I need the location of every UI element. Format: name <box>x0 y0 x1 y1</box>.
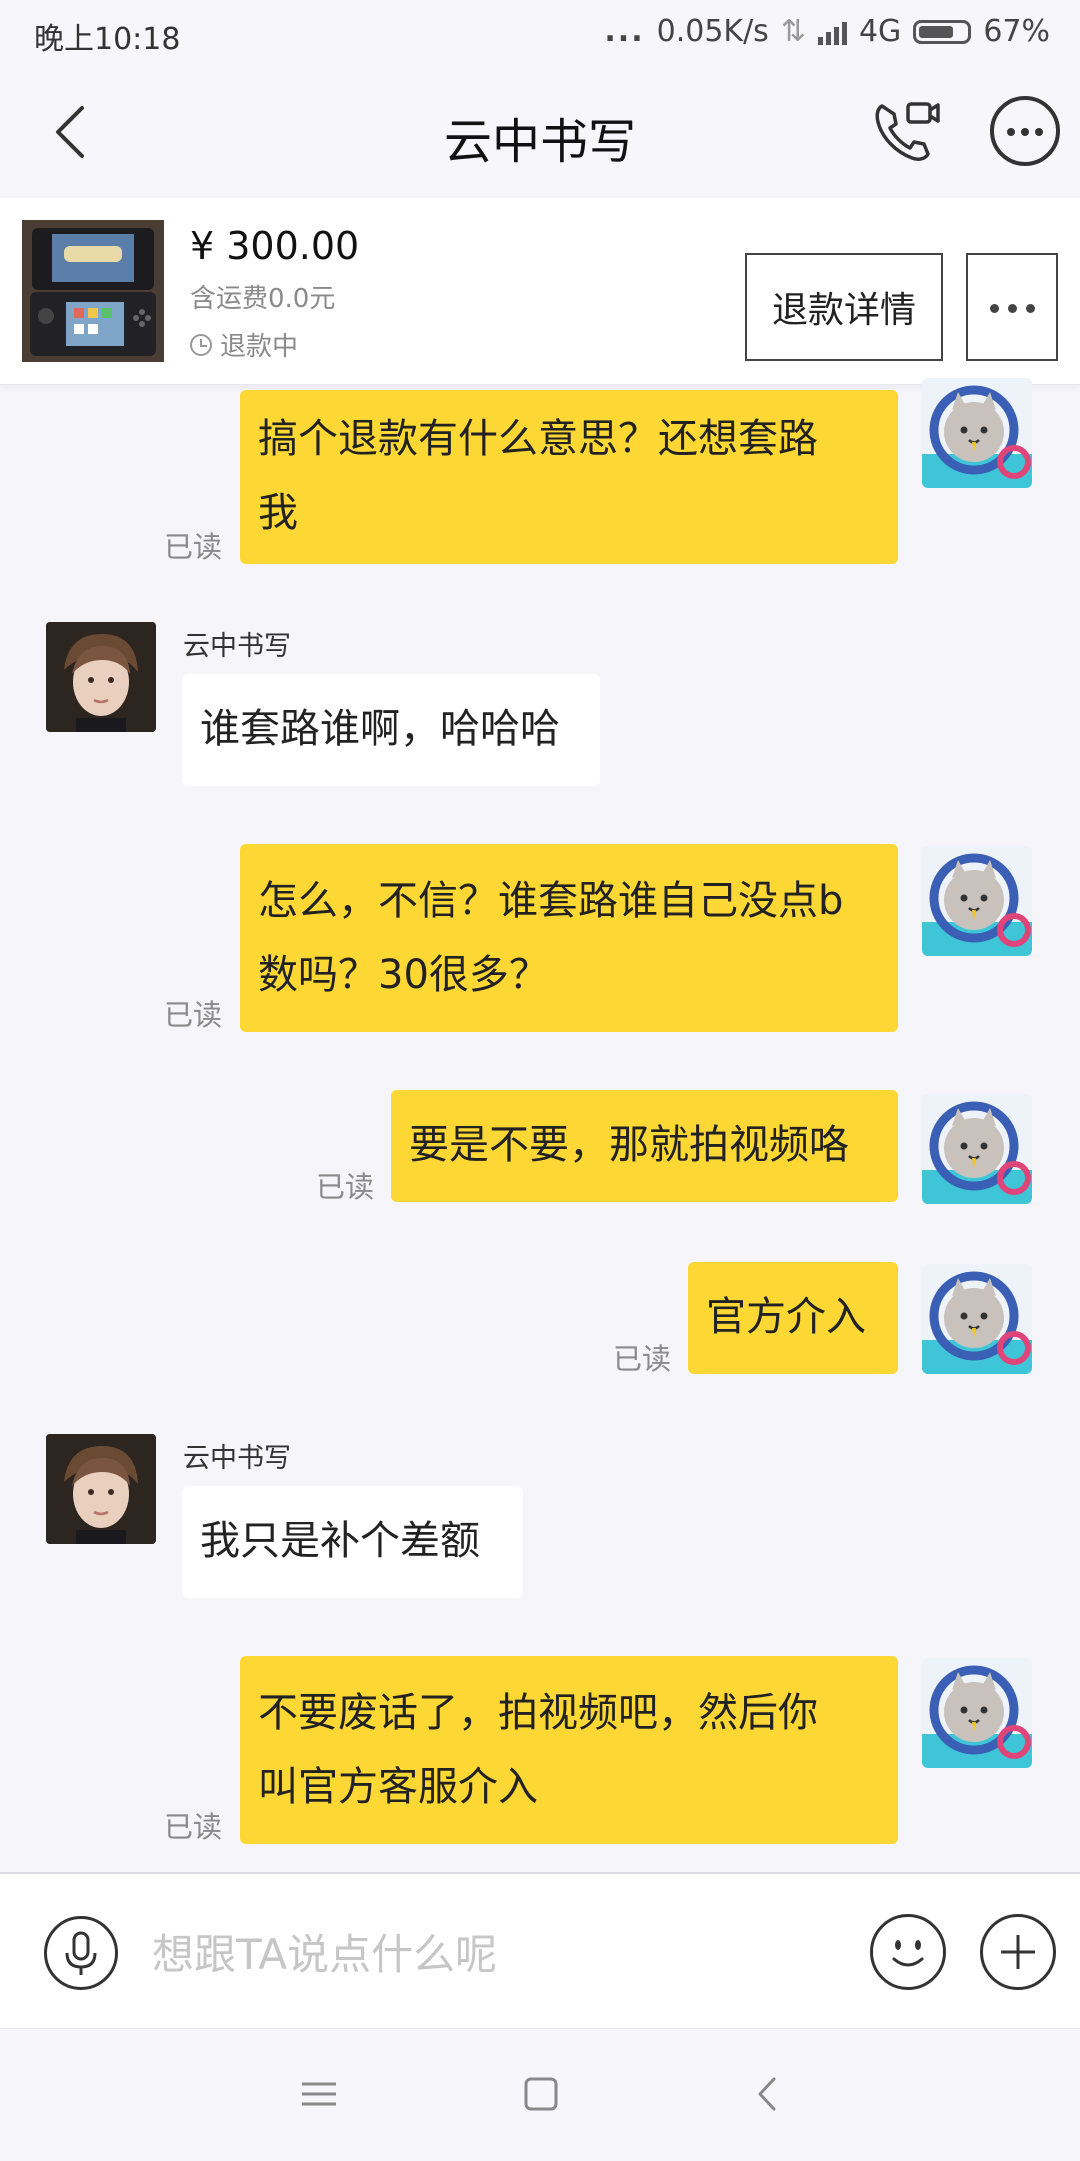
network-speed: 0.05K/s <box>656 14 769 49</box>
cat-astronaut-avatar-icon <box>922 1658 1032 1768</box>
smiley-icon <box>892 1940 924 1967</box>
message-input-bar <box>0 1872 1080 2030</box>
cat-astronaut-avatar-icon <box>922 1264 1032 1374</box>
cat-astronaut-avatar-icon <box>922 846 1032 956</box>
my-avatar[interactable] <box>922 1264 1032 1374</box>
network-type: 4G <box>858 14 902 49</box>
my-message-bubble[interactable]: 搞个退款有什么意思？还想套路 我 <box>240 390 898 564</box>
contact-photo-icon <box>46 622 156 732</box>
emoji-button[interactable] <box>870 1914 946 1990</box>
battery-level: 67% <box>983 14 1050 49</box>
contact-photo-icon <box>46 1434 156 1544</box>
voice-input-button[interactable] <box>44 1916 118 1990</box>
read-receipt: 已读 <box>164 530 223 564</box>
home-nav-button[interactable] <box>516 2069 566 2119</box>
refund-status-text: 退款中 <box>220 332 299 362</box>
system-navigation-bar <box>0 2028 1080 2161</box>
status-time: 晚上10:18 <box>34 22 181 57</box>
read-receipt: 已读 <box>164 1810 223 1844</box>
home-square-icon <box>524 2077 558 2111</box>
clock-icon <box>190 333 212 356</box>
read-receipt: 已读 <box>164 998 223 1032</box>
my-message-bubble[interactable]: 怎么，不信？谁套路谁自己没点b 数吗？30很多？ <box>240 844 898 1032</box>
call-button[interactable] <box>868 94 944 170</box>
read-receipt: 已读 <box>613 1342 672 1376</box>
sender-name: 云中书写 <box>183 631 291 662</box>
my-avatar[interactable] <box>922 1658 1032 1768</box>
my-avatar[interactable] <box>922 846 1032 956</box>
plus-icon <box>1001 1935 1035 1969</box>
chat-header: 云中书写 <box>0 66 1080 198</box>
phone-video-icon <box>875 102 940 161</box>
menu-nav-button[interactable] <box>294 2069 344 2119</box>
game-console-image <box>22 220 164 362</box>
read-receipt: 已读 <box>316 1170 375 1204</box>
product-price: ¥ 300.00 <box>190 224 360 268</box>
more-options-button[interactable] <box>990 96 1060 166</box>
status-bar: 晚上10:18 ... 0.05K/s ⇅ 4G 67% <box>0 0 1080 66</box>
my-message-bubble[interactable]: 官方介入 <box>688 1262 898 1374</box>
order-product-card[interactable]: ¥ 300.00 含运费0.0元 退款中 退款详情 <box>0 198 1080 385</box>
contact-avatar[interactable] <box>46 622 156 732</box>
status-indicators: ... 0.05K/s ⇅ 4G 67% <box>604 14 1050 49</box>
signal-icon <box>817 19 847 45</box>
my-message-bubble[interactable]: 要是不要，那就拍视频咯 <box>391 1090 898 1202</box>
shipping-fee: 含运费0.0元 <box>190 284 336 314</box>
their-message-bubble[interactable]: 我只是补个差额 <box>182 1486 523 1598</box>
cat-astronaut-avatar-icon <box>922 1094 1032 1204</box>
my-message-bubble[interactable]: 不要废话了，拍视频吧，然后你 叫官方客服介入 <box>240 1656 898 1844</box>
battery-icon <box>913 19 972 44</box>
sender-name: 云中书写 <box>183 1443 291 1474</box>
cat-astronaut-avatar-icon <box>922 378 1032 488</box>
product-thumbnail[interactable] <box>22 220 164 362</box>
card-more-button[interactable] <box>966 253 1058 361</box>
back-chevron-icon <box>758 2077 776 2111</box>
data-arrows-icon: ⇅ <box>780 14 806 49</box>
my-avatar[interactable] <box>922 378 1032 488</box>
microphone-icon <box>65 1931 97 1975</box>
status-dots: ... <box>604 14 645 49</box>
more-actions-button[interactable] <box>980 1914 1056 1990</box>
back-nav-button[interactable] <box>744 2069 794 2119</box>
their-message-bubble[interactable]: 谁套路谁啊，哈哈哈 <box>182 674 600 786</box>
refund-detail-button[interactable]: 退款详情 <box>745 253 943 361</box>
contact-avatar[interactable] <box>46 1434 156 1544</box>
menu-icon <box>302 2082 336 2106</box>
refund-status: 退款中 <box>190 326 298 363</box>
message-input[interactable] <box>150 1918 854 1990</box>
my-avatar[interactable] <box>922 1094 1032 1204</box>
